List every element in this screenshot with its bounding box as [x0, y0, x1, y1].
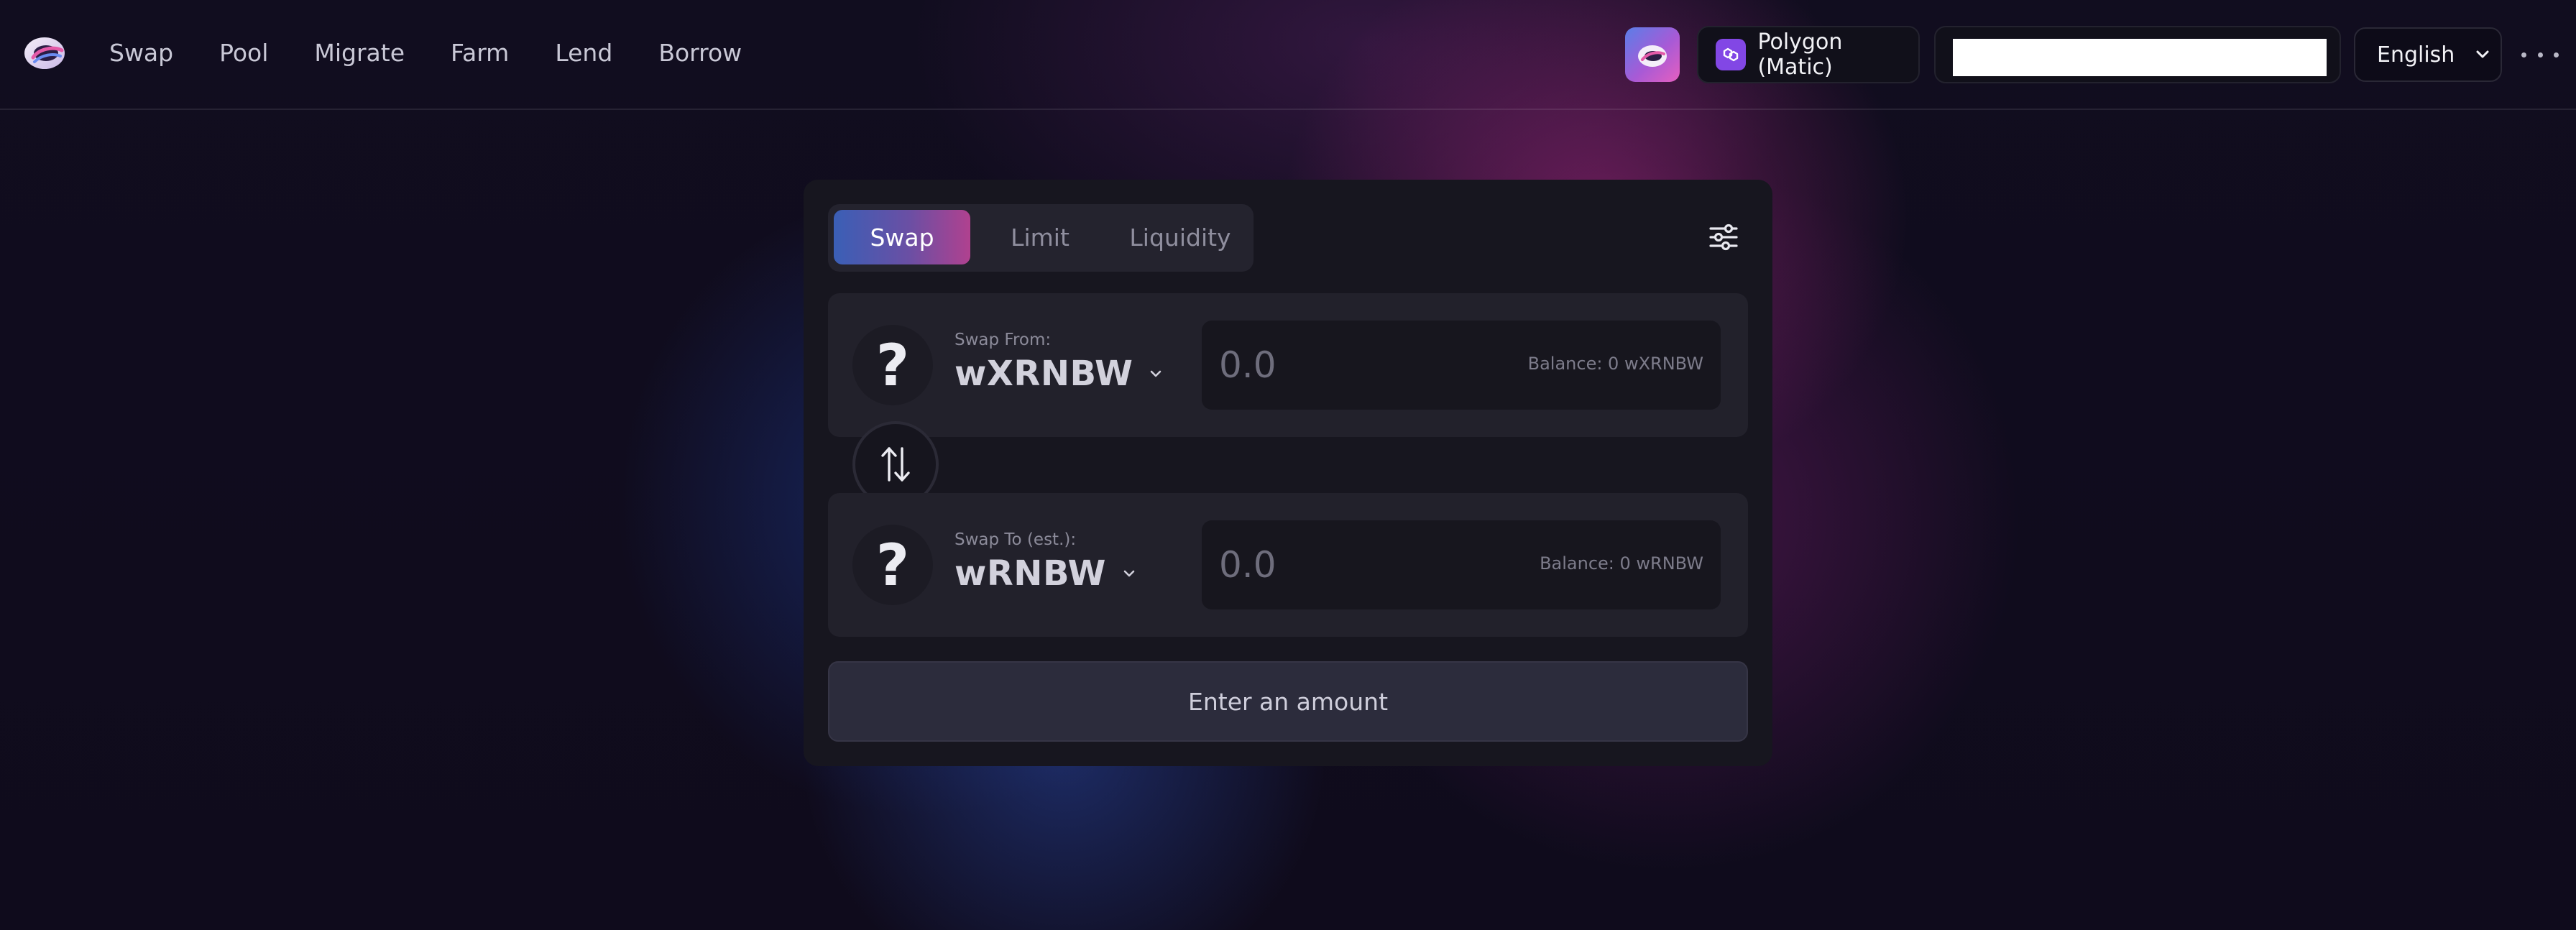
network-label: Polygon (Matic) — [1757, 29, 1843, 80]
chevron-down-icon — [1151, 370, 1162, 377]
from-amount-box: Balance: 0 wXRNBW — [1202, 321, 1721, 410]
from-balance: Balance: 0 wXRNBW — [1527, 354, 1703, 374]
rainbow-app-icon — [1638, 45, 1667, 67]
settings-sliders-icon[interactable] — [1706, 220, 1741, 254]
swap-from-caption: Swap From: — [954, 331, 1052, 349]
top-header: Swap Pool Migrate Farm Lend Borrow Polyg… — [0, 0, 2576, 110]
app-icon-button[interactable] — [1625, 27, 1680, 82]
tab-liquidity[interactable]: Liquidity — [1108, 210, 1252, 264]
swap-from-panel: ? Swap From: wXRNBW Balance: 0 wXRNBW — [828, 293, 1748, 437]
main-nav: Swap Pool Migrate Farm Lend Borrow — [109, 37, 788, 69]
chevron-down-icon — [2476, 50, 2489, 58]
tab-limit[interactable]: Limit — [986, 210, 1094, 264]
from-amount-input[interactable] — [1219, 336, 1506, 394]
polygon-icon — [1716, 39, 1747, 70]
nav-borrow[interactable]: Borrow — [658, 37, 742, 69]
nav-lend[interactable]: Lend — [555, 37, 612, 69]
nav-swap[interactable]: Swap — [109, 37, 173, 69]
swap-tabs: Swap Limit Liquidity — [828, 204, 1254, 272]
swap-to-caption: Swap To (est.): — [954, 530, 1077, 549]
nav-migrate[interactable]: Migrate — [314, 37, 405, 69]
unknown-token-icon: ? — [852, 325, 933, 405]
swap-arrows-icon — [881, 447, 910, 482]
swap-card: Swap Limit Liquidity ? Swap From: wXRNBW — [804, 180, 1772, 766]
to-balance: Balance: 0 wRNBW — [1540, 553, 1703, 574]
wallet-address-redacted — [1953, 39, 2327, 76]
chevron-down-icon — [1123, 570, 1135, 577]
to-token-symbol: wRNBW — [954, 553, 1106, 594]
enter-amount-button[interactable]: Enter an amount — [828, 661, 1748, 742]
app-logo-icon[interactable] — [22, 29, 68, 75]
tab-swap[interactable]: Swap — [834, 210, 970, 264]
swap-to-panel: ? Swap To (est.): wRNBW Balance: 0 wRNBW — [828, 493, 1748, 637]
language-label: English — [2377, 42, 2455, 68]
to-token-selector[interactable]: wRNBW — [954, 553, 1139, 594]
from-token-symbol: wXRNBW — [954, 354, 1133, 394]
nav-pool[interactable]: Pool — [219, 37, 268, 69]
nav-farm[interactable]: Farm — [451, 37, 509, 69]
to-amount-input[interactable] — [1219, 536, 1506, 594]
to-amount-box: Balance: 0 wRNBW — [1202, 520, 1721, 609]
wallet-account-button[interactable] — [1934, 26, 2341, 83]
network-selector-button[interactable]: Polygon (Matic) — [1697, 26, 1920, 83]
language-selector-button[interactable]: English — [2354, 27, 2502, 82]
unknown-token-icon: ? — [852, 525, 933, 605]
from-token-selector[interactable]: wXRNBW — [954, 354, 1166, 394]
more-options-icon[interactable] — [2521, 40, 2559, 69]
